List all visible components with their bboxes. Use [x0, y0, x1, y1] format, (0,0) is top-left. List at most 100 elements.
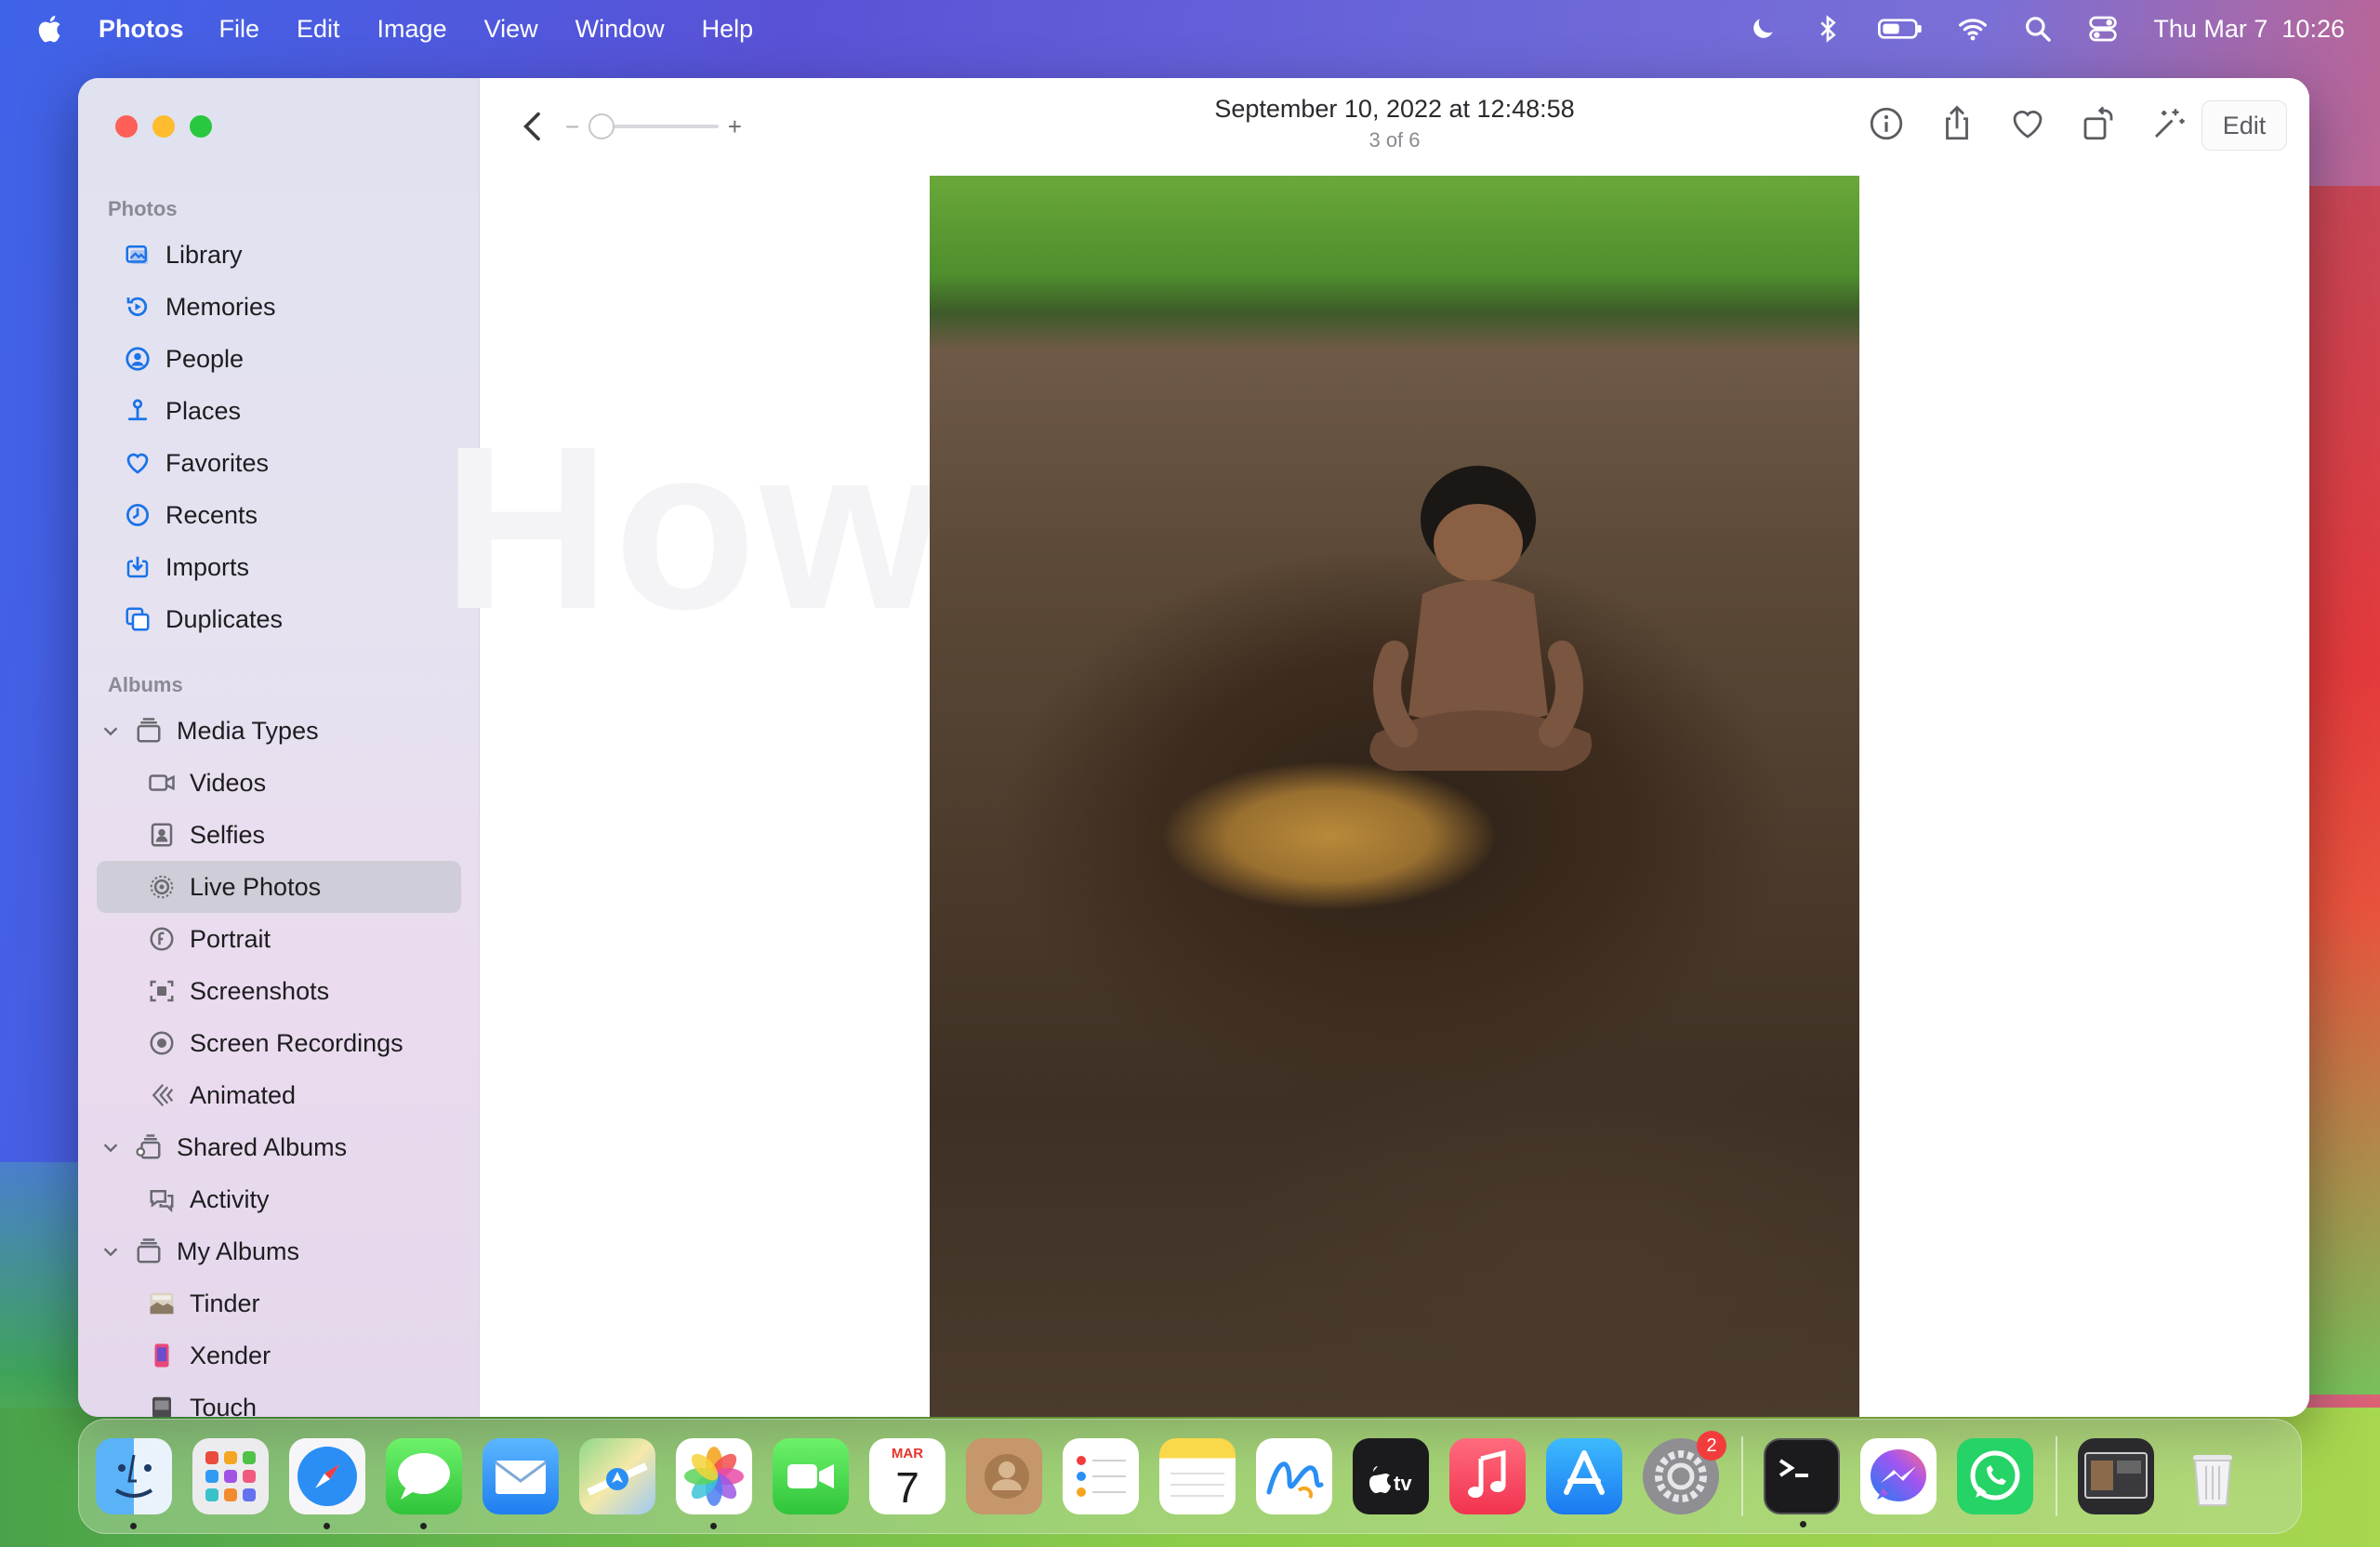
memories-icon — [123, 292, 152, 322]
envelope-icon — [495, 1461, 547, 1494]
terminal-prompt-icon — [1778, 1459, 1808, 1477]
bluetooth-icon[interactable] — [1813, 14, 1843, 44]
menu-image[interactable]: Image — [377, 15, 447, 44]
dock-maps[interactable] — [579, 1438, 655, 1514]
sidebar-item-favorites[interactable]: Favorites — [97, 437, 461, 489]
sidebar-item-memories[interactable]: Memories — [97, 281, 461, 333]
portrait-icon — [147, 924, 177, 954]
sidebar-item-label: Animated — [190, 1080, 297, 1109]
battery-icon[interactable] — [1878, 14, 1923, 44]
sidebar-group-shared-albums[interactable]: Shared Albums — [97, 1121, 461, 1173]
favorite-heart-icon[interactable] — [2008, 104, 2047, 143]
menu-clock[interactable]: Thu Mar 7 10:26 — [2153, 15, 2345, 44]
running-indicator — [420, 1523, 427, 1529]
spotlight-search-icon[interactable] — [2023, 14, 2053, 44]
sidebar-item-animated[interactable]: Animated — [97, 1069, 461, 1121]
edit-button[interactable]: Edit — [2202, 100, 2287, 151]
menu-view[interactable]: View — [484, 15, 538, 44]
dock: MAR 7 tv 2 — [78, 1419, 2302, 1534]
dock-contacts[interactable] — [966, 1438, 1042, 1514]
wifi-icon[interactable] — [1958, 14, 1988, 44]
sidebar-item-screenshots[interactable]: Screenshots — [97, 965, 461, 1017]
music-note-icon — [1468, 1449, 1506, 1498]
dock-freeform[interactable] — [1256, 1438, 1332, 1514]
sidebar-item-people[interactable]: People — [97, 333, 461, 385]
sidebar-item-label: Places — [165, 396, 242, 425]
heart-icon — [123, 448, 152, 478]
live-photo-icon — [147, 872, 177, 902]
menu-bar: Photos File Edit Image View Window Help … — [0, 0, 2380, 58]
sidebar-item-portrait[interactable]: Portrait — [97, 913, 461, 965]
sidebar-item-live-photos[interactable]: Live Photos — [97, 861, 461, 913]
menu-file[interactable]: File — [219, 15, 260, 44]
sidebar-item-recents[interactable]: Recents — [97, 489, 461, 541]
freeform-scribble-icon — [1266, 1461, 1324, 1500]
sidebar-item-selfies[interactable]: Selfies — [97, 809, 461, 861]
sidebar-item-label: Live Photos — [190, 872, 322, 901]
dock-whatsapp[interactable] — [1957, 1438, 2033, 1514]
sidebar-item-touch[interactable]: Touch — [97, 1382, 461, 1417]
sidebar-group-my-albums[interactable]: My Albums — [97, 1225, 461, 1277]
calendar-day: 7 — [895, 1463, 919, 1512]
dock-photos[interactable] — [676, 1438, 752, 1529]
photos-flower-icon — [684, 1447, 744, 1506]
sidebar-item-library[interactable]: Library — [97, 229, 461, 281]
moon-icon[interactable] — [1748, 14, 1778, 44]
dock-trash[interactable] — [2175, 1438, 2251, 1514]
shared-album-icon — [134, 1132, 164, 1162]
sidebar-item-xender[interactable]: Xender — [97, 1329, 461, 1382]
dock-app-store[interactable] — [1546, 1438, 1622, 1514]
dock-finder[interactable] — [96, 1438, 172, 1529]
dock-messages[interactable] — [386, 1438, 462, 1529]
running-indicator — [130, 1523, 137, 1529]
chevron-down-icon[interactable] — [100, 1137, 121, 1157]
dock-launchpad[interactable] — [192, 1438, 269, 1514]
menu-edit[interactable]: Edit — [297, 15, 340, 44]
dock-safari[interactable] — [289, 1438, 365, 1529]
library-icon — [123, 240, 152, 270]
dock-calendar[interactable]: MAR 7 — [869, 1438, 945, 1514]
share-icon[interactable] — [1937, 104, 1977, 143]
dock-mail[interactable] — [483, 1438, 559, 1514]
close-button[interactable] — [115, 115, 138, 138]
rotate-icon[interactable] — [2079, 104, 2118, 143]
dock-recent-document[interactable] — [2078, 1438, 2154, 1514]
video-icon — [147, 768, 177, 798]
sidebar-item-tinder[interactable]: Tinder — [97, 1277, 461, 1329]
dock-terminal[interactable] — [1764, 1438, 1840, 1527]
sidebar-item-label: Favorites — [165, 448, 270, 477]
selfie-icon — [147, 820, 177, 850]
sidebar-item-places[interactable]: Places — [97, 385, 461, 437]
control-center-icon[interactable] — [2088, 14, 2118, 44]
menu-app-name[interactable]: Photos — [99, 15, 184, 44]
apple-icon[interactable] — [35, 13, 67, 45]
dock-reminders[interactable] — [1063, 1438, 1139, 1514]
dock-system-settings[interactable]: 2 — [1643, 1431, 1726, 1514]
sidebar-item-videos[interactable]: Videos — [97, 757, 461, 809]
menu-help[interactable]: Help — [702, 15, 754, 44]
zoom-button[interactable] — [190, 115, 212, 138]
dock-apple-tv[interactable]: tv — [1353, 1438, 1429, 1514]
screen-recording-icon — [147, 1028, 177, 1058]
sidebar-item-screen-recordings[interactable]: Screen Recordings — [97, 1017, 461, 1069]
toolbar-actions — [1867, 104, 2188, 143]
tv-logo-icon: tv — [1369, 1466, 1412, 1495]
photo-image[interactable] — [930, 176, 1859, 1417]
dock-notes[interactable] — [1159, 1438, 1236, 1514]
auto-enhance-icon[interactable] — [2149, 104, 2188, 143]
info-icon[interactable] — [1867, 104, 1906, 143]
chevron-down-icon[interactable] — [100, 721, 121, 741]
sidebar-item-imports[interactable]: Imports — [97, 541, 461, 593]
sidebar-item-activity[interactable]: Activity — [97, 1173, 461, 1225]
photo-viewer: HowTo − + September 10, 2022 at 12:48:58… — [443, 78, 2309, 1417]
dock-music[interactable] — [1449, 1438, 1526, 1514]
sidebar-item-label: Shared Albums — [177, 1132, 348, 1161]
menu-window[interactable]: Window — [575, 15, 665, 44]
minimize-button[interactable] — [152, 115, 175, 138]
sidebar-group-media-types[interactable]: Media Types — [97, 705, 461, 757]
dock-facetime[interactable] — [773, 1438, 849, 1514]
chevron-down-icon[interactable] — [100, 1241, 121, 1262]
dock-messenger[interactable] — [1860, 1438, 1937, 1514]
sidebar-item-label: Xender — [190, 1341, 271, 1369]
sidebar-item-duplicates[interactable]: Duplicates — [97, 593, 461, 645]
